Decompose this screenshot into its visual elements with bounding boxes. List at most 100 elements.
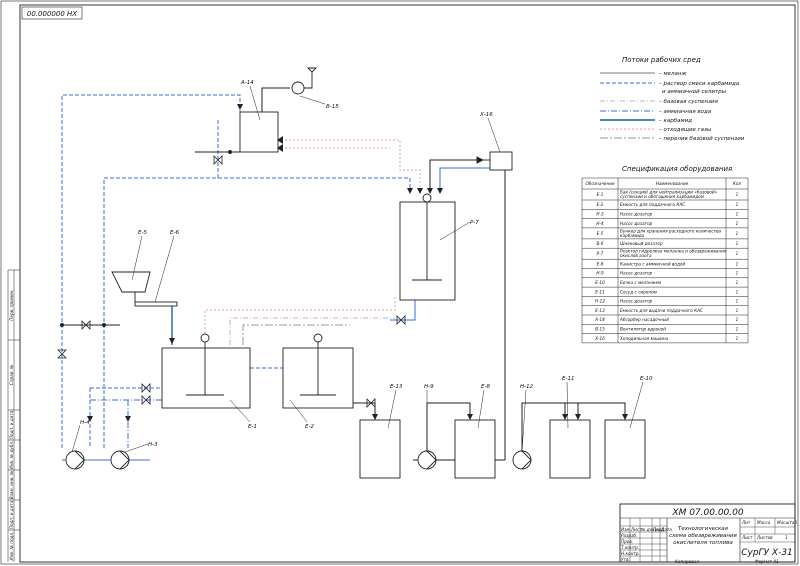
hopper-e5 — [111, 271, 151, 293]
screw-e6 — [134, 301, 178, 307]
legend-label-2: – базовая суспензия — [659, 99, 719, 105]
pipe-x16-p7-b — [439, 167, 490, 193]
spec-qty: 1 — [736, 326, 739, 331]
label-n4: Н-4 — [80, 420, 90, 426]
spec-name: Бочка с меланжем — [620, 280, 661, 285]
pipe-e2-e13 — [353, 402, 376, 420]
spec-code: Е-13 — [595, 308, 605, 313]
spec-table: Спецификация оборудования Обозначение Наи… — [581, 165, 749, 344]
pump-n9 — [417, 450, 437, 470]
spec-name: Насос-дозатор — [620, 271, 653, 276]
chiller-x16 — [489, 151, 513, 171]
spec-code: Е-8 — [597, 261, 604, 266]
pipe-valve-325 — [390, 300, 416, 321]
spec-name: Сосуд с сиропом — [620, 289, 657, 294]
tb-sheets-count: 1 — [785, 535, 788, 540]
legend-item-4: – карбамид — [600, 118, 692, 124]
tb-mass: Масса — [757, 520, 771, 525]
spec-code: В-6 — [596, 241, 603, 246]
org-name: СурГУ Х-31 — [741, 548, 793, 558]
side-label-4: Инв. № дубл. — [9, 441, 14, 470]
legend: Потоки рабочих сред – меланж – раствор с… — [600, 56, 745, 142]
legend-item-5: – отходящие газы — [600, 127, 712, 133]
legend-item-6: – перелив базовой суспензии — [600, 136, 745, 142]
tb-row-nkontr: Н.контр. — [621, 551, 640, 556]
pipe-a14-b15 — [261, 87, 290, 112]
side-label-6: Подп. и дата — [9, 500, 14, 529]
label-b15: В-15 — [326, 104, 339, 110]
legend-label-0: – меланж — [659, 71, 687, 77]
fan-b15 — [291, 81, 305, 95]
spec-code: Е-1 — [597, 192, 604, 197]
spec-name-cont: суспензии и обогащения карбамидом — [620, 194, 704, 199]
spec-name-cont: окислов азота — [620, 253, 652, 258]
spec-name: Насос-дозатор — [620, 299, 653, 304]
tb-row-razrab: Разраб. — [621, 533, 637, 538]
absorber-a14 — [239, 111, 279, 153]
side-labels: Перв. примен. Справ. № Подп. и дата Инв.… — [9, 289, 14, 560]
spec-code: Н-4 — [596, 221, 604, 226]
spec-qty: 1 — [736, 299, 739, 304]
tb-row-tkontr: Т.контр. — [621, 545, 639, 550]
spec-qty: 1 — [736, 317, 739, 322]
label-e8: Е-8 — [481, 384, 490, 390]
spec-qty: 1 — [736, 202, 739, 207]
legend-label-3: – аммиачная вода — [659, 109, 712, 115]
equipment — [65, 67, 646, 479]
label-n12: Н-12 — [520, 384, 534, 390]
spec-qty: 1 — [736, 251, 739, 256]
spec-code: Е-11 — [595, 289, 605, 294]
spec-qty: 1 — [736, 211, 739, 216]
label-e1: Е-1 — [248, 424, 257, 430]
tb-col-data: Дата — [660, 527, 672, 532]
equipment-labels: А-14 В-15 Х-16 Р-7 Е-5 Е-6 Е-1 Е-2 Н-4 Н… — [71, 80, 653, 453]
pipe-offgas-3 — [204, 295, 396, 345]
tb-copied: Копировал — [675, 559, 699, 564]
side-label-2: Справ. № — [9, 364, 14, 385]
spec-qty: 1 — [736, 271, 739, 276]
label-e10: Е-10 — [640, 376, 653, 382]
spec-name: Емкость для поддачного КАС — [620, 202, 685, 207]
spec-qty: 1 — [736, 280, 739, 285]
process-flow-diagram: 00.000000 НХ Перв. примен. Справ. № Подп… — [0, 0, 799, 565]
spec-name: Шнековый дозатор — [620, 241, 663, 246]
tb-col-izm: Изм. — [621, 527, 631, 532]
spec-qty: 1 — [736, 221, 739, 226]
spec-code: Е-5 — [597, 231, 604, 236]
spec-code: Р-7 — [597, 251, 604, 256]
spec-name-cont: карбамида — [620, 233, 645, 238]
legend-label-6: – перелив базовой суспензии — [659, 136, 745, 142]
label-x16: Х-16 — [479, 112, 493, 118]
label-n3: Н-3 — [148, 442, 158, 448]
legend-item-1: – раствор смеси карбамида и аммиачной се… — [600, 81, 740, 95]
spec-text: Обозначение Наименование КолЕ-1 Бак (секция… — [585, 181, 741, 341]
reactor-p7 — [399, 201, 456, 301]
pipe-base-susp — [229, 317, 395, 345]
legend-item-3: – аммиачная вода — [600, 109, 712, 115]
tb-row-prov: Пров. — [621, 539, 633, 544]
side-label-7: Инв. № подл. — [9, 532, 14, 561]
title-line-1: Технологическая — [678, 526, 729, 532]
top-stamp: 00.000000 НХ — [21, 6, 83, 20]
spec-header-1: Наименование — [656, 181, 689, 186]
side-label-3: Подп. и дата — [9, 410, 14, 439]
label-e11: Е-11 — [562, 376, 574, 382]
tb-sheet: Лист — [741, 535, 753, 540]
spec-name: Канистра с аммиачной водой — [620, 261, 685, 266]
legend-label-1b: и аммиачной селитры — [662, 89, 727, 95]
spec-name: Абсорбер насадочный — [619, 317, 669, 322]
tb-row-utv: Утв. — [621, 557, 630, 562]
spec-name: Насос-дозатор — [620, 221, 653, 226]
spec-name: Вентилятор вдувной — [620, 326, 666, 331]
label-a14: А-14 — [240, 80, 254, 86]
legend-item-2: – базовая суспензия — [600, 99, 719, 105]
spec-qty: 1 — [736, 308, 739, 313]
spec-code: А-14 — [594, 317, 605, 322]
doc-number: ХМ 07.00.00.00 — [671, 508, 743, 518]
tank-e1 — [161, 347, 251, 409]
label-n9: Н-9 — [424, 384, 434, 390]
legend-item-0: – меланж — [600, 71, 687, 77]
stamp-text: 00.000000 НХ — [27, 10, 77, 18]
valve-4 — [141, 383, 151, 393]
title-line-2: схема обезвреживания — [669, 533, 737, 539]
